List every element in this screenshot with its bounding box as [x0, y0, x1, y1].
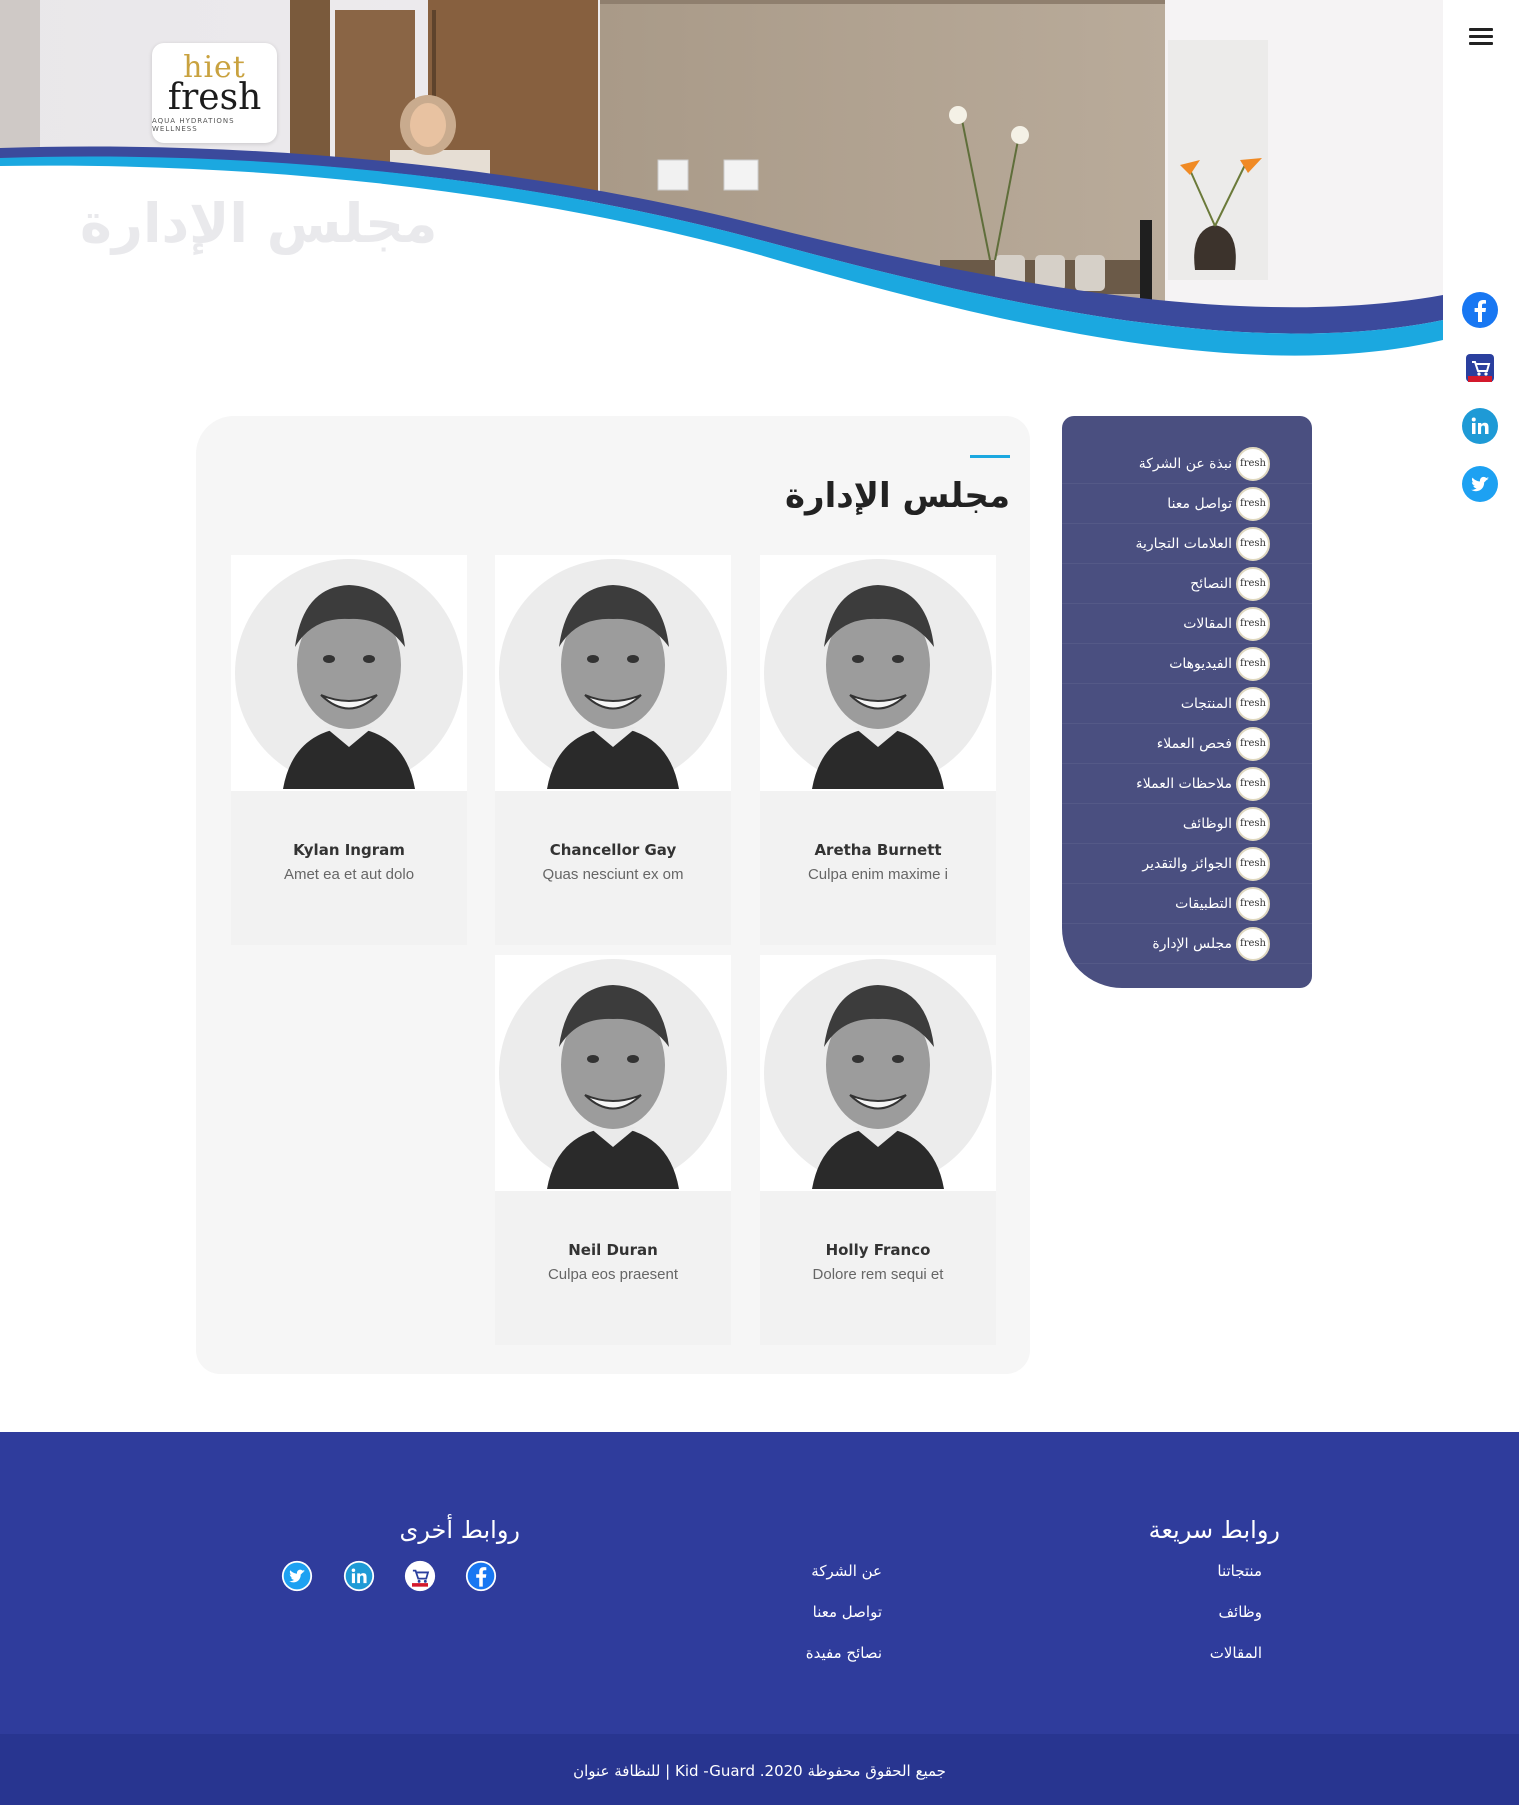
member-role: Culpa eos praesent [547, 1266, 679, 1283]
footer-link-articles[interactable]: المقالات [1080, 1644, 1262, 1662]
sidebar-item-jobs[interactable]: fresh الوظائف [1062, 804, 1312, 844]
sidebar-item-label: ملاحظات العملاء [1136, 775, 1232, 792]
member-photo [760, 955, 996, 1191]
sidebar-item-label: مجلس الإدارة [1152, 935, 1232, 952]
fresh-badge-icon: fresh [1236, 646, 1270, 681]
twitter-icon[interactable] [1462, 466, 1498, 502]
linkedin-icon[interactable] [1462, 408, 1498, 444]
sidebar-item-label: التطبيقات [1175, 895, 1232, 912]
member-card: Kylan Ingram Amet ea et aut dolo [231, 555, 467, 945]
member-role: Amet ea et aut dolo [283, 866, 415, 883]
facebook-icon[interactable] [465, 1560, 497, 1592]
sidebar-item-label: تواصل معنا [1167, 495, 1232, 512]
linkedin-icon[interactable] [343, 1560, 375, 1592]
fresh-badge-icon: fresh [1236, 566, 1270, 601]
sidebar-item-contact[interactable]: fresh تواصل معنا [1062, 484, 1312, 524]
hero-banner: مجلس الإدارة hiet fresh AQUA HYDRATIONS … [0, 0, 1443, 390]
fresh-badge-icon: fresh [1236, 806, 1270, 841]
member-card: Holly Franco Dolore rem sequi et [760, 955, 996, 1345]
footer-link-contact[interactable]: تواصل معنا [700, 1603, 882, 1621]
sidebar-menu: fresh نبذة عن الشركة fresh تواصل معنا fr… [1062, 416, 1312, 988]
sidebar-item-customer-feedback[interactable]: fresh ملاحظات العملاء [1062, 764, 1312, 804]
member-photo [495, 955, 731, 1191]
member-photo [495, 555, 731, 791]
portrait-image [764, 559, 992, 789]
hamburger-menu-icon[interactable] [1466, 24, 1496, 54]
fresh-badge-icon: fresh [1236, 926, 1270, 961]
sidebar-item-label: الفيديوهات [1169, 655, 1232, 672]
title-accent-bar [970, 455, 1010, 458]
fresh-badge-icon: fresh [1236, 886, 1270, 921]
member-card: Aretha Burnett Culpa enim maxime i [760, 555, 996, 945]
member-role: Culpa enim maxime i [807, 866, 949, 883]
twitter-icon[interactable] [281, 1560, 313, 1592]
sidebar-item-about[interactable]: fresh نبذة عن الشركة [1062, 444, 1312, 484]
site-logo[interactable]: hiet fresh AQUA HYDRATIONS WELLNESS [152, 43, 277, 143]
footer-other-links-heading: روابط أخرى [399, 1516, 520, 1544]
member-name: Neil Duran [568, 1241, 658, 1259]
sidebar-item-brands[interactable]: fresh العلامات التجارية [1062, 524, 1312, 564]
sidebar-item-label: فحص العملاء [1156, 735, 1232, 752]
member-card: Neil Duran Culpa eos praesent [495, 955, 731, 1345]
sidebar-item-products[interactable]: fresh المنتجات [1062, 684, 1312, 724]
sidebar-item-label: الجوائز والتقدير [1142, 855, 1232, 872]
fresh-badge-icon: fresh [1236, 526, 1270, 561]
sidebar-item-articles[interactable]: fresh المقالات [1062, 604, 1312, 644]
sidebar-item-label: المنتجات [1180, 695, 1232, 712]
member-name: Aretha Burnett [814, 841, 942, 859]
member-name: Kylan Ingram [293, 841, 405, 859]
member-photo [760, 555, 996, 791]
hero-watermark-title: مجلس الإدارة [80, 192, 438, 255]
floating-social-rail [1462, 292, 1502, 524]
thelist-icon[interactable] [1462, 350, 1498, 386]
fresh-badge-icon: fresh [1236, 686, 1270, 721]
sidebar-item-label: المقالات [1183, 615, 1232, 632]
sidebar-item-customer-check[interactable]: fresh فحص العملاء [1062, 724, 1312, 764]
footer-link-products[interactable]: منتجاتنا [1080, 1562, 1262, 1580]
member-role: Quas nesciunt ex om [542, 866, 684, 883]
member-card: Chancellor Gay Quas nesciunt ex om [495, 555, 731, 945]
sidebar-item-apps[interactable]: fresh التطبيقات [1062, 884, 1312, 924]
member-role: Dolore rem sequi et [812, 1266, 944, 1283]
sidebar-item-board[interactable]: fresh مجلس الإدارة [1062, 924, 1312, 964]
fresh-badge-icon: fresh [1236, 486, 1270, 521]
member-name: Chancellor Gay [549, 841, 677, 859]
page-title: مجلس الإدارة [784, 476, 1010, 516]
sidebar-item-label: النصائح [1190, 575, 1232, 592]
copyright-text: جميع الحقوق محفوظة 2020. Kid -Guard | لل… [573, 1762, 946, 1780]
portrait-image [764, 959, 992, 1189]
portrait-image [235, 559, 463, 789]
facebook-icon[interactable] [1462, 292, 1498, 328]
footer-link-useful-tips[interactable]: نصائح مفيدة [700, 1644, 882, 1662]
fresh-badge-icon: fresh [1236, 726, 1270, 761]
member-name: Holly Franco [825, 1241, 931, 1259]
fresh-badge-icon: fresh [1236, 846, 1270, 881]
sidebar-item-awards[interactable]: fresh الجوائز والتقدير [1062, 844, 1312, 884]
thelist-icon[interactable] [404, 1560, 436, 1592]
footer-link-about[interactable]: عن الشركة [700, 1562, 882, 1580]
fresh-badge-icon: fresh [1236, 446, 1270, 481]
portrait-image [499, 559, 727, 789]
footer-link-jobs[interactable]: وظائف [1080, 1603, 1262, 1621]
member-photo [231, 555, 467, 791]
sidebar-item-label: العلامات التجارية [1135, 535, 1232, 552]
footer-quick-links-heading: روابط سريعة [1148, 1516, 1280, 1544]
logo-tagline: AQUA HYDRATIONS WELLNESS [152, 116, 235, 133]
portrait-image [499, 959, 727, 1189]
sidebar-item-videos[interactable]: fresh الفيديوهات [1062, 644, 1312, 684]
footer [0, 1432, 1519, 1734]
sidebar-item-tips[interactable]: fresh النصائح [1062, 564, 1312, 604]
sidebar-item-label: نبذة عن الشركة [1138, 455, 1232, 472]
fresh-badge-icon: fresh [1236, 606, 1270, 641]
logo-line2: fresh [167, 76, 262, 118]
sidebar-item-label: الوظائف [1182, 815, 1232, 832]
fresh-badge-icon: fresh [1236, 766, 1270, 801]
